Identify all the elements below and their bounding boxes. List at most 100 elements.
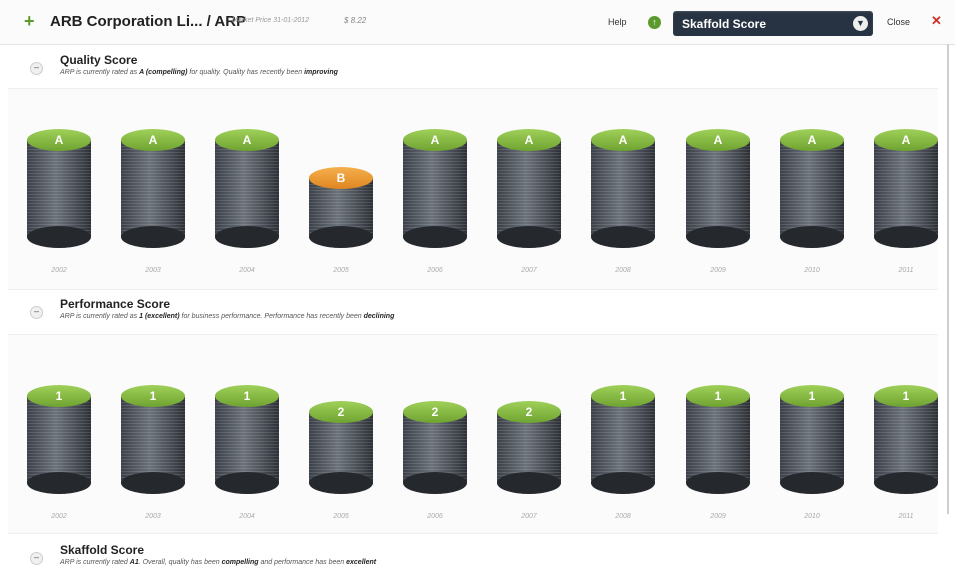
year-label: 2009 [710,513,726,520]
quality-chart: A 2002 A 2003 A 2004 B 2005 A 2006 A 2007 A 2008 A 2009… [8,88,938,290]
rating-cylinder[interactable]: 1 [121,385,185,494]
rating-cylinder[interactable]: 1 [591,385,655,494]
rating-label: A [215,129,279,151]
cylinder-base [27,472,91,494]
rating-label: 1 [591,385,655,407]
header-bar: + ARB Corporation Li... / ARP Market Pri… [0,0,955,45]
rating-label: A [874,129,938,151]
chevron-down-icon[interactable]: ▼ [853,16,868,31]
year-label: 2009 [710,267,726,274]
rating-label: A [27,129,91,151]
year-label: 2007 [521,513,537,520]
cylinder-base [780,472,844,494]
cylinder-base [403,226,467,248]
rating-label: A [686,129,750,151]
year-label: 2005 [333,267,349,274]
section-title: Quality Score [60,53,138,67]
rating-label: 1 [686,385,750,407]
close-x-icon[interactable]: ✕ [931,13,942,29]
rating-cylinder[interactable]: 1 [780,385,844,494]
minus-icon[interactable]: – [30,62,43,75]
rating-cylinder[interactable]: A [686,129,750,248]
section-description: ARP is currently rated as A (compelling)… [60,69,338,76]
cylinder-base [309,226,373,248]
cylinder-base [309,472,373,494]
rating-label: 2 [403,401,467,423]
year-label: 2006 [427,267,443,274]
rating-cylinder[interactable]: 2 [497,401,561,494]
price-value: $ 8.22 [344,16,367,25]
rating-label: 1 [780,385,844,407]
plus-icon[interactable]: + [24,12,35,30]
score-select[interactable]: Skaffold Score ▼ [673,11,873,36]
rating-label: 1 [874,385,938,407]
year-label: 2010 [804,267,820,274]
cylinder-base [874,226,938,248]
cylinder-base [27,226,91,248]
rating-label: A [403,129,467,151]
company-title: ARB Corporation Li... / ARP [50,13,247,30]
section-description: ARP is currently rated as 1 (excellent) … [60,313,395,320]
rating-label: A [591,129,655,151]
rating-cylinder[interactable]: 2 [309,401,373,494]
year-label: 2002 [51,267,67,274]
rating-label: B [309,167,373,189]
year-label: 2003 [145,267,161,274]
cylinder-base [780,226,844,248]
scrollbar[interactable] [947,44,949,514]
year-label: 2004 [239,513,255,520]
cylinder-base [497,226,561,248]
minus-icon[interactable]: – [30,306,43,319]
performance-chart: 1 2002 1 2003 1 2004 2 2005 2 2006 2 2007 1 2008 1 2009… [8,334,938,534]
rating-label: A [780,129,844,151]
rating-cylinder[interactable]: 1 [874,385,938,494]
year-label: 2006 [427,513,443,520]
section-description: ARP is currently rated A1. Overall, qual… [60,559,377,566]
rating-cylinder[interactable]: 2 [403,401,467,494]
rating-label: 1 [215,385,279,407]
cylinder-base [591,226,655,248]
year-label: 2004 [239,267,255,274]
help-link[interactable]: Help [608,17,627,27]
cylinder-base [497,472,561,494]
rating-label: A [121,129,185,151]
market-price-label: Market Price 31-01-2012 [232,17,310,24]
cylinder-base [403,472,467,494]
year-label: 2005 [333,513,349,520]
year-label: 2007 [521,267,537,274]
year-label: 2002 [51,513,67,520]
cylinder-base [121,226,185,248]
cylinder-base [686,226,750,248]
rating-label: 1 [121,385,185,407]
rating-cylinder[interactable]: 1 [27,385,91,494]
cylinder-base [215,226,279,248]
rating-cylinder[interactable]: A [874,129,938,248]
rating-cylinder[interactable]: 1 [215,385,279,494]
cylinder-base [215,472,279,494]
year-label: 2008 [615,513,631,520]
minus-icon[interactable]: – [30,552,43,565]
cylinder-base [591,472,655,494]
rating-label: 2 [309,401,373,423]
year-label: 2011 [898,267,914,274]
rating-label: 1 [27,385,91,407]
rating-cylinder[interactable]: B [309,167,373,248]
rating-cylinder[interactable]: A [215,129,279,248]
rating-cylinder[interactable]: A [497,129,561,248]
rating-label: A [497,129,561,151]
up-arrow-icon: ↑ [648,16,661,29]
cylinder-base [121,472,185,494]
cylinder-base [686,472,750,494]
rating-cylinder[interactable]: A [780,129,844,248]
year-label: 2010 [804,513,820,520]
rating-cylinder[interactable]: A [27,129,91,248]
year-label: 2011 [898,513,914,520]
rating-cylinder[interactable]: A [403,129,467,248]
rating-label: 2 [497,401,561,423]
year-label: 2003 [145,513,161,520]
rating-cylinder[interactable]: A [121,129,185,248]
section-title: Skaffold Score [60,543,145,557]
rating-cylinder[interactable]: A [591,129,655,248]
rating-cylinder[interactable]: 1 [686,385,750,494]
close-button[interactable]: Close [887,17,910,27]
